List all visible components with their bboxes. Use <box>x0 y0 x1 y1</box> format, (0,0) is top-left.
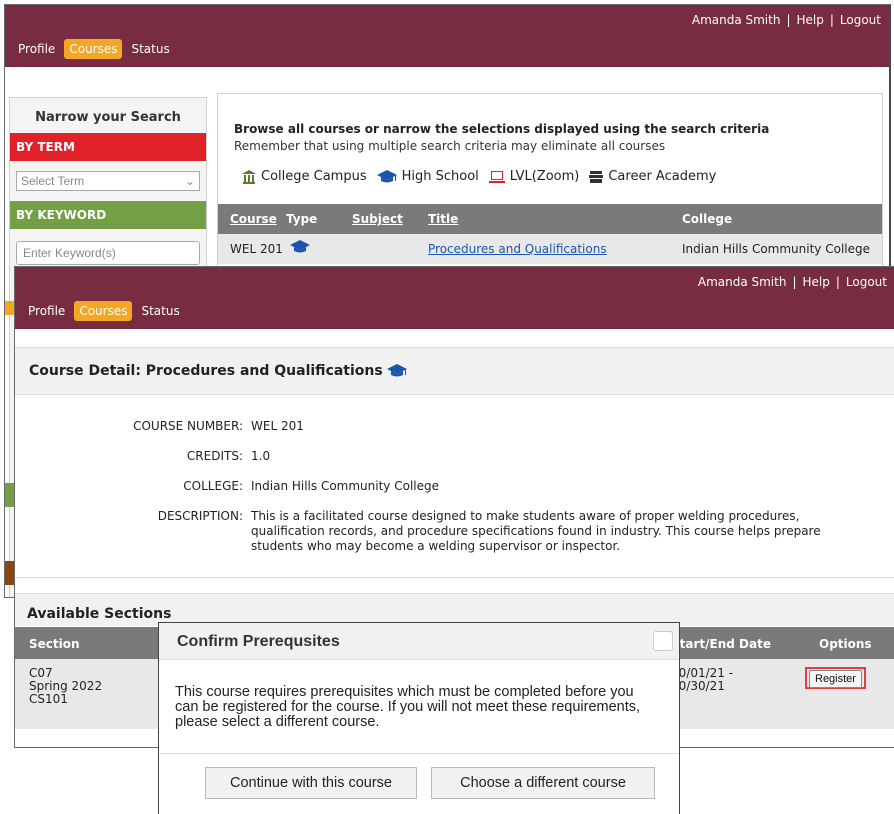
col-subject[interactable]: Subject <box>352 212 403 226</box>
logout-link[interactable]: Logout <box>840 13 881 27</box>
nav-profile[interactable]: Profile <box>23 301 70 321</box>
register-button[interactable]: Register <box>809 670 862 688</box>
dialog-title: Confirm Prerequsites <box>177 633 340 650</box>
header-bar: Amanda Smith | Help | Logout Profile Courses… <box>5 5 889 67</box>
dialog-header: Confirm Prerequsites <box>159 623 679 660</box>
graduation-cap-icon <box>386 364 407 377</box>
course-title-link[interactable]: Procedures and Qualifications <box>428 242 607 256</box>
book-stack-icon <box>589 170 604 183</box>
detail-value: Indian Hills Community College <box>251 479 439 493</box>
term-select-placeholder: Select Term <box>21 174 85 188</box>
legend-label: High School <box>401 169 479 184</box>
legend-career-academy: Career Academy <box>589 169 716 184</box>
by-term-header[interactable]: BY TERM <box>10 133 206 161</box>
laptop-icon <box>488 170 505 183</box>
divider <box>15 577 894 578</box>
header-bar: Amanda Smith | Help | Logout Profile Courses… <box>15 267 894 329</box>
nav-courses[interactable]: Courses <box>74 301 133 321</box>
col-course[interactable]: Course <box>230 212 277 226</box>
sidebar-title: Narrow your Search <box>35 110 181 125</box>
course-table-header: Course Type Subject Title College <box>218 204 882 234</box>
legend-label: LVL(Zoom) <box>509 169 580 184</box>
detail-label: COURSE NUMBER: <box>133 419 243 433</box>
detail-label: DESCRIPTION: <box>157 509 243 523</box>
nav-separator: | <box>829 13 834 27</box>
user-nav: Amanda Smith | Help | Logout <box>692 13 881 27</box>
user-name-link[interactable]: Amanda Smith <box>698 275 787 289</box>
col-type: Type <box>286 212 318 226</box>
col-options: Options <box>819 637 872 651</box>
register-highlight: Register <box>805 667 866 689</box>
cell-section: C07 Spring 2022 CS101 <box>29 667 102 706</box>
cell-college: Indian Hills Community College <box>682 242 870 256</box>
help-link[interactable]: Help <box>803 275 830 289</box>
nav-status[interactable]: Status <box>126 39 174 59</box>
chevron-down-icon: ⌄ <box>184 174 195 188</box>
nav-courses[interactable]: Courses <box>64 39 123 59</box>
legend-college-campus: College Campus <box>242 169 367 184</box>
graduation-cap-icon <box>290 240 310 257</box>
continue-button[interactable]: Continue with this course <box>205 767 417 799</box>
building-icon <box>242 169 256 184</box>
detail-value: 1.0 <box>251 449 271 463</box>
legend-high-school: High School <box>376 169 479 184</box>
course-type-legend: College Campus High School LVL(Zoom) Car… <box>218 153 882 184</box>
nav-separator: | <box>786 13 791 27</box>
detail-label: CREDITS: <box>186 449 243 463</box>
nav-status[interactable]: Status <box>136 301 184 321</box>
help-link[interactable]: Help <box>797 13 824 27</box>
graduation-cap-icon <box>376 169 397 182</box>
confirm-prerequisites-dialog: Confirm Prerequsites This course require… <box>158 622 680 814</box>
user-nav: Amanda Smith | Help | Logout <box>698 275 887 289</box>
detail-value: This is a facilitated course designed to… <box>251 509 821 553</box>
main-nav: Profile Courses Status <box>23 301 185 321</box>
main-nav: Profile Courses Status <box>13 39 175 59</box>
col-title[interactable]: Title <box>428 212 458 226</box>
term-select[interactable]: Select Term ⌄ <box>16 171 200 191</box>
detail-value: WEL 201 <box>251 419 304 433</box>
course-detail-header: Course Detail: Procedures and Qualificat… <box>15 347 894 395</box>
cell-dates: 10/01/21 - 10/30/21 <box>671 667 733 693</box>
browse-note: Remember that using multiple search crit… <box>234 139 666 153</box>
end-date: 10/30/21 <box>671 679 725 693</box>
section-course-code: CS101 <box>29 692 68 706</box>
browse-heading: Browse all courses or narrow the selecti… <box>234 122 770 136</box>
user-name-link[interactable]: Amanda Smith <box>692 13 781 27</box>
legend-label: Career Academy <box>608 169 717 184</box>
choose-different-button[interactable]: Choose a different course <box>431 767 655 799</box>
section-title: Available Sections <box>27 606 172 622</box>
legend-lvl-zoom: LVL(Zoom) <box>488 169 580 184</box>
logout-link[interactable]: Logout <box>846 275 887 289</box>
divider <box>159 753 679 754</box>
close-icon[interactable] <box>653 631 673 651</box>
col-section: Section <box>29 637 80 651</box>
page-title: Course Detail: Procedures and Qualificat… <box>29 363 383 379</box>
dialog-message: This course requires prerequisites which… <box>175 684 641 730</box>
table-row: WEL 201 Procedures and Qualifications In… <box>218 234 882 264</box>
detail-label: COLLEGE: <box>183 479 243 493</box>
nav-profile[interactable]: Profile <box>13 39 60 59</box>
cell-course: WEL 201 <box>230 242 283 256</box>
legend-label: College Campus <box>261 169 367 184</box>
keyword-input[interactable]: Enter Keyword(s) <box>16 241 200 265</box>
nav-separator: | <box>792 275 797 289</box>
by-keyword-header[interactable]: BY KEYWORD <box>10 201 206 229</box>
browse-panel: Browse all courses or narrow the selecti… <box>217 93 883 295</box>
col-college: College <box>682 212 733 226</box>
nav-separator: | <box>835 275 840 289</box>
col-dates: Start/End Date <box>671 637 771 651</box>
